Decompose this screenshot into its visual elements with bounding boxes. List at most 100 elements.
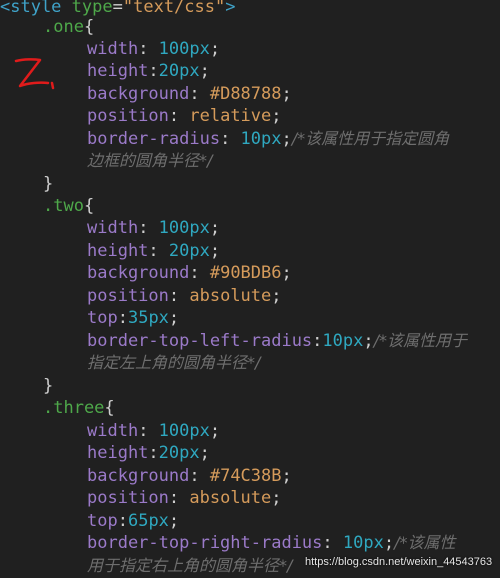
value: 10px <box>240 129 282 149</box>
semicolon: ; <box>168 511 180 531</box>
value: 100px <box>158 421 210 441</box>
separator: : <box>138 421 159 441</box>
selector: .two <box>43 196 84 216</box>
separator: : <box>168 106 190 126</box>
declaration-line: background: #74C38B; <box>87 465 292 487</box>
semicolon: ; <box>383 533 395 553</box>
separator: : <box>148 443 159 463</box>
separator: : <box>148 241 169 261</box>
semicolon: ; <box>281 466 292 486</box>
semicolon: ; <box>168 308 180 328</box>
comment: 指定左上角的圆角半径*/ <box>87 353 261 372</box>
semicolon: ; <box>209 218 221 238</box>
selector: .one <box>43 17 84 37</box>
tag-open: <style <box>0 0 62 17</box>
declaration-line: position: absolute; <box>87 487 282 509</box>
property: background <box>87 466 190 486</box>
open-brace: { <box>83 17 95 37</box>
declaration-line: border-top-right-radius: 10px;/*该属性 <box>87 532 456 554</box>
handwritten-annotation-mark <box>14 58 55 90</box>
declaration-line: background: #90BDB6; <box>87 262 292 284</box>
declaration-line: position: absolute; <box>87 285 282 307</box>
property: background <box>87 84 190 104</box>
declaration-line: height:20px; <box>87 442 210 464</box>
property: border-radius <box>87 129 221 149</box>
semicolon: ; <box>281 84 292 104</box>
semicolon: ; <box>281 263 292 283</box>
value: 35px <box>127 308 169 328</box>
separator: : <box>138 218 159 238</box>
code-editor: <style type="text/css"> .one{ width: 100… <box>0 0 500 578</box>
separator: : <box>189 84 210 104</box>
semicolon: ; <box>209 241 221 261</box>
value: absolute <box>189 488 272 508</box>
separator: : <box>117 308 128 328</box>
comment: 用于指定右上角的圆角半径*/ <box>87 556 293 575</box>
comment-line: 边框的圆角半径*/ <box>87 150 212 172</box>
selector: .three <box>43 398 105 418</box>
tag-close: > <box>225 0 236 17</box>
property: width <box>87 39 139 59</box>
semicolon: ; <box>209 39 221 59</box>
property: background <box>87 263 190 283</box>
property: position <box>87 488 169 508</box>
comment: 边框的圆角半径*/ <box>87 151 213 170</box>
property: height <box>87 241 149 261</box>
property: width <box>87 218 139 238</box>
property: height <box>87 61 149 81</box>
separator: : <box>189 466 210 486</box>
semicolon: ; <box>271 488 282 508</box>
value: 20px <box>168 241 210 261</box>
separator: : <box>168 488 190 508</box>
comment: /*该属性 <box>394 533 456 552</box>
value: #D88788 <box>209 84 282 104</box>
declaration-line: height:20px; <box>87 60 210 82</box>
value: #90BDB6 <box>209 263 282 283</box>
close-brace-line: } <box>43 375 53 397</box>
value: 100px <box>158 218 210 238</box>
semicolon: ; <box>363 331 374 351</box>
declaration-line: border-radius: 10px;/*该属性用于指定圆角 <box>87 128 449 150</box>
property: position <box>87 106 169 126</box>
declaration-line: border-top-left-radius:10px;/*该属性用于 <box>87 330 467 352</box>
attr-name: type <box>71 0 113 17</box>
close-brace: } <box>43 174 54 194</box>
separator: : <box>312 331 323 351</box>
value: #74C38B <box>209 466 282 486</box>
style-tag-line: <style type="text/css"> <box>0 0 235 18</box>
value: 10px <box>342 533 384 553</box>
property: top <box>87 308 118 328</box>
selector-line: .one{ <box>43 16 94 38</box>
separator: : <box>322 533 343 553</box>
semicolon: ; <box>271 286 282 306</box>
close-brace: } <box>43 376 54 396</box>
close-brace-line: } <box>43 173 53 195</box>
property: border-top-left-radius <box>87 331 313 351</box>
separator: : <box>189 263 210 283</box>
separator: : <box>220 129 241 149</box>
declaration-line: height: 20px; <box>87 240 220 262</box>
separator: : <box>138 39 159 59</box>
semicolon: ; <box>199 443 210 463</box>
property: border-top-right-radius <box>87 533 323 553</box>
declaration-line: top:35px; <box>87 307 179 329</box>
separator: : <box>168 286 190 306</box>
comment: /*该属性用于 <box>373 331 468 350</box>
separator: : <box>117 511 128 531</box>
value: absolute <box>189 286 272 306</box>
declaration-line: position: relative; <box>87 105 282 127</box>
value: 20px <box>158 61 200 81</box>
value: 65px <box>127 511 169 531</box>
open-brace: { <box>104 398 115 418</box>
declaration-line: top:65px; <box>87 510 179 532</box>
selector-line: .three{ <box>43 397 115 419</box>
semicolon: ; <box>281 129 292 149</box>
comment-line: 用于指定右上角的圆角半径*/ <box>87 555 292 577</box>
declaration-line: width: 100px; <box>87 217 220 239</box>
semicolon: ; <box>271 106 282 126</box>
property: position <box>87 286 169 306</box>
declaration-line: width: 100px; <box>87 38 220 60</box>
declaration-line: width: 100px; <box>87 420 220 442</box>
value: relative <box>189 106 272 126</box>
watermark-url: https://blog.csdn.net/weixin_44543763 <box>305 556 493 568</box>
